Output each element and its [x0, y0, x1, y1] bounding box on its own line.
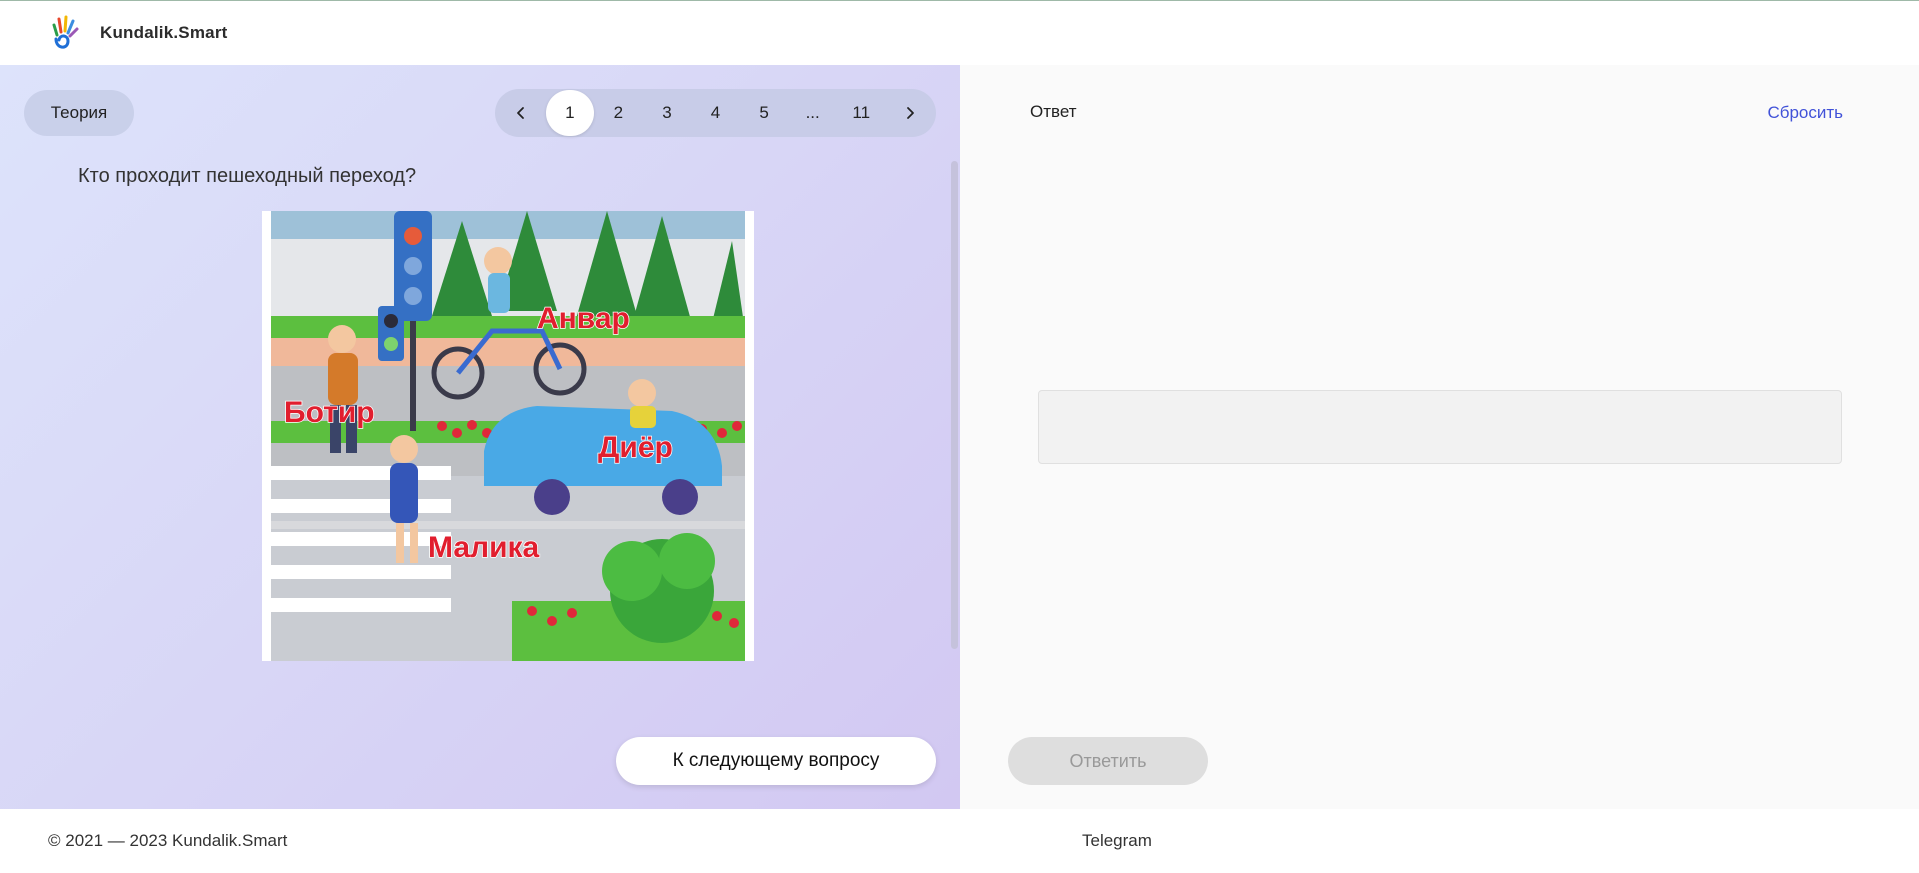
pager-page-3[interactable]: 3 [643, 90, 692, 136]
label-anvar: Анвар [537, 302, 630, 335]
brand-name[interactable]: Kundalik.Smart [100, 23, 228, 43]
pager-page-4[interactable]: 4 [691, 90, 740, 136]
question-panel: Теория 1 2 3 4 5 ... 11 Кто проходит пеш… [0, 65, 960, 809]
chevron-left-icon [517, 107, 525, 119]
submit-answer-button[interactable]: Ответить [1008, 737, 1208, 785]
pager-page-5[interactable]: 5 [740, 90, 789, 136]
next-question-button[interactable]: К следующему вопросу [616, 737, 936, 785]
label-malika: Малика [428, 531, 540, 564]
question-pager: 1 2 3 4 5 ... 11 [495, 89, 936, 137]
reset-button[interactable]: Сбросить [1767, 103, 1843, 123]
header: Kundalik.Smart [0, 1, 1919, 65]
hand-logo-icon[interactable] [48, 15, 80, 51]
label-diyor: Диёр [598, 431, 673, 464]
theory-button[interactable]: Теория [24, 90, 134, 136]
pager-next-button[interactable] [886, 90, 935, 136]
pager-page-11[interactable]: 11 [837, 90, 886, 136]
answer-panel: Ответ Сбросить Ответить [960, 65, 1919, 809]
question-text: Кто проходит пешеходный переход? [78, 165, 417, 187]
question-scrollbar[interactable] [951, 161, 958, 649]
pager-ellipsis: ... [805, 103, 820, 122]
telegram-link[interactable]: Telegram [1082, 831, 1152, 851]
chevron-right-icon [906, 107, 914, 119]
answer-label: Ответ [1030, 102, 1077, 121]
copyright-text: © 2021 — 2023 Kundalik.Smart [48, 831, 288, 850]
pager-prev-button[interactable] [497, 90, 546, 136]
question-illustration: Анвар Ботир Диёр Малика [262, 211, 754, 661]
answer-input[interactable] [1038, 390, 1842, 464]
pager-page-2[interactable]: 2 [594, 90, 643, 136]
footer: © 2021 — 2023 Kundalik.Smart Telegram [0, 809, 1919, 873]
label-botir: Ботир [284, 396, 375, 429]
pager-page-1[interactable]: 1 [545, 90, 595, 136]
